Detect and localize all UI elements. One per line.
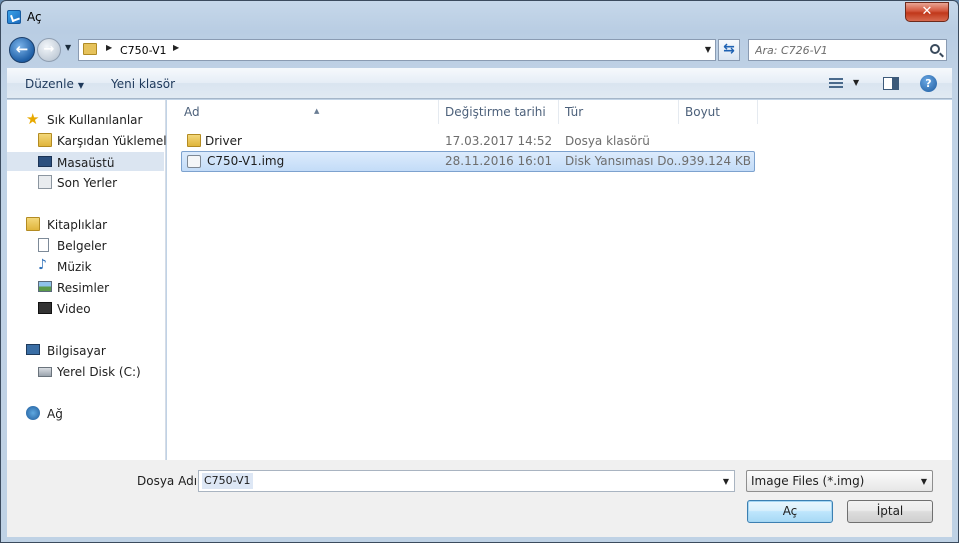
filetype-value: Image Files (*.img) xyxy=(751,474,865,488)
column-header-size[interactable]: Boyut xyxy=(677,100,758,124)
network-icon xyxy=(26,406,40,420)
breadcrumb-chevron-icon[interactable]: ▶ xyxy=(173,43,179,52)
recent-places-icon xyxy=(38,175,52,189)
chevron-down-icon: ▼ xyxy=(77,81,85,90)
libraries-icon xyxy=(26,217,40,231)
file-size: 939.124 KB xyxy=(681,154,751,168)
close-button[interactable]: ✕ xyxy=(905,2,949,22)
recent-pages-chevron-icon[interactable]: ▼ xyxy=(65,43,71,52)
desktop-icon xyxy=(38,156,52,167)
search-icon[interactable] xyxy=(930,44,940,54)
nav-item-local-disk[interactable]: Yerel Disk (C:) xyxy=(7,362,164,381)
navigation-row: ← → ▼ ▶ C750-V1 ▶ ▼ ⇆ xyxy=(1,34,958,64)
window-title: Aç xyxy=(27,10,42,24)
file-type: Dosya klasörü xyxy=(565,134,650,148)
nav-item-music[interactable]: ♪ Müzik xyxy=(7,257,164,276)
file-list: ▲ Ad Değiştirme tarihi Tür Boyut Driver … xyxy=(167,100,952,460)
help-icon[interactable]: ? xyxy=(920,75,937,92)
file-name: C750-V1.img xyxy=(207,154,285,168)
filename-label: Dosya Adı: xyxy=(137,474,202,488)
music-icon: ♪ xyxy=(38,257,47,273)
computer-icon xyxy=(26,344,40,355)
column-header-name[interactable]: ▲ Ad xyxy=(176,100,439,124)
search-input[interactable] xyxy=(755,43,920,57)
column-header-modified[interactable]: Değiştirme tarihi xyxy=(437,100,559,124)
documents-icon xyxy=(38,238,49,252)
address-dropdown-icon[interactable]: ▼ xyxy=(705,45,711,54)
nav-item-video[interactable]: Video xyxy=(7,299,164,318)
command-toolbar: Düzenle ▼ Yeni klasör ▼ ? xyxy=(7,68,952,99)
address-bar[interactable]: ▶ C750-V1 ▶ ▼ xyxy=(78,39,716,61)
folder-icon xyxy=(83,43,97,55)
star-icon: ★ xyxy=(26,110,40,128)
filename-selection: C750-V1 xyxy=(202,473,253,489)
file-type: Disk Yansıması Do... xyxy=(565,154,686,168)
nav-item-downloads[interactable]: Karşıdan Yüklemeler xyxy=(7,131,179,150)
nav-network[interactable]: Ağ xyxy=(7,404,164,423)
pictures-icon xyxy=(38,281,52,292)
file-modified: 28.11.2016 16:01 xyxy=(445,154,553,168)
sort-ascending-icon: ▲ xyxy=(314,107,320,115)
filetype-dropdown-icon: ▼ xyxy=(920,477,927,486)
breadcrumb-item[interactable]: C750-V1 xyxy=(120,44,167,57)
nav-libraries[interactable]: Kitaplıklar xyxy=(7,215,164,234)
file-row[interactable]: Driver 17.03.2017 14:52 Dosya klasörü xyxy=(181,131,755,152)
file-modified: 17.03.2017 14:52 xyxy=(445,134,553,148)
cancel-button[interactable]: İptal xyxy=(847,500,933,523)
file-name: Driver xyxy=(205,134,242,148)
video-icon xyxy=(38,302,52,314)
navigation-pane: ★ Sık Kullanılanlar Karşıdan Yüklemeler … xyxy=(7,100,179,460)
refresh-button[interactable]: ⇆ xyxy=(718,39,740,61)
app-icon xyxy=(7,10,21,24)
downloads-icon xyxy=(38,133,52,147)
nav-item-recent-places[interactable]: Son Yerler xyxy=(7,173,164,192)
open-file-dialog: Aç ✕ ← → ▼ ▶ C750-V1 ▶ ▼ ⇆ Düzenle▼ Yeni… xyxy=(0,0,959,543)
nav-favorites[interactable]: ★ Sık Kullanılanlar xyxy=(7,110,164,129)
view-options-icon[interactable] xyxy=(829,78,843,89)
column-header-type[interactable]: Tür xyxy=(557,100,679,124)
nav-item-desktop[interactable]: Masaüstü xyxy=(7,152,164,171)
nav-item-documents[interactable]: Belgeler xyxy=(7,236,164,255)
new-folder-button[interactable]: Yeni klasör xyxy=(111,77,175,91)
organize-label: Düzenle xyxy=(25,77,74,91)
disk-image-icon xyxy=(187,155,201,168)
local-disk-icon xyxy=(38,367,52,377)
forward-button[interactable]: → xyxy=(37,38,61,62)
folder-icon xyxy=(187,134,201,147)
view-dropdown-icon[interactable]: ▼ xyxy=(853,78,859,87)
back-button[interactable]: ← xyxy=(9,37,35,63)
breadcrumb-chevron-icon[interactable]: ▶ xyxy=(106,43,112,52)
search-box[interactable] xyxy=(748,39,947,61)
title-bar[interactable]: Aç ✕ xyxy=(1,1,958,31)
nav-computer[interactable]: Bilgisayar xyxy=(7,341,164,360)
open-button[interactable]: Aç xyxy=(747,500,833,523)
file-row[interactable]: C750-V1.img 28.11.2016 16:01 Disk Yansım… xyxy=(181,151,755,172)
organize-button[interactable]: Düzenle ▼ xyxy=(25,77,84,91)
dialog-footer: Dosya Adı: C750-V1 ▼ Image Files (*.img)… xyxy=(7,460,952,537)
nav-item-pictures[interactable]: Resimler xyxy=(7,278,164,297)
filetype-select[interactable]: Image Files (*.img) ▼ xyxy=(746,470,933,492)
preview-pane-icon[interactable] xyxy=(883,77,899,90)
filename-combobox[interactable]: C750-V1 ▼ xyxy=(198,470,735,492)
filename-dropdown-icon[interactable]: ▼ xyxy=(723,477,729,486)
